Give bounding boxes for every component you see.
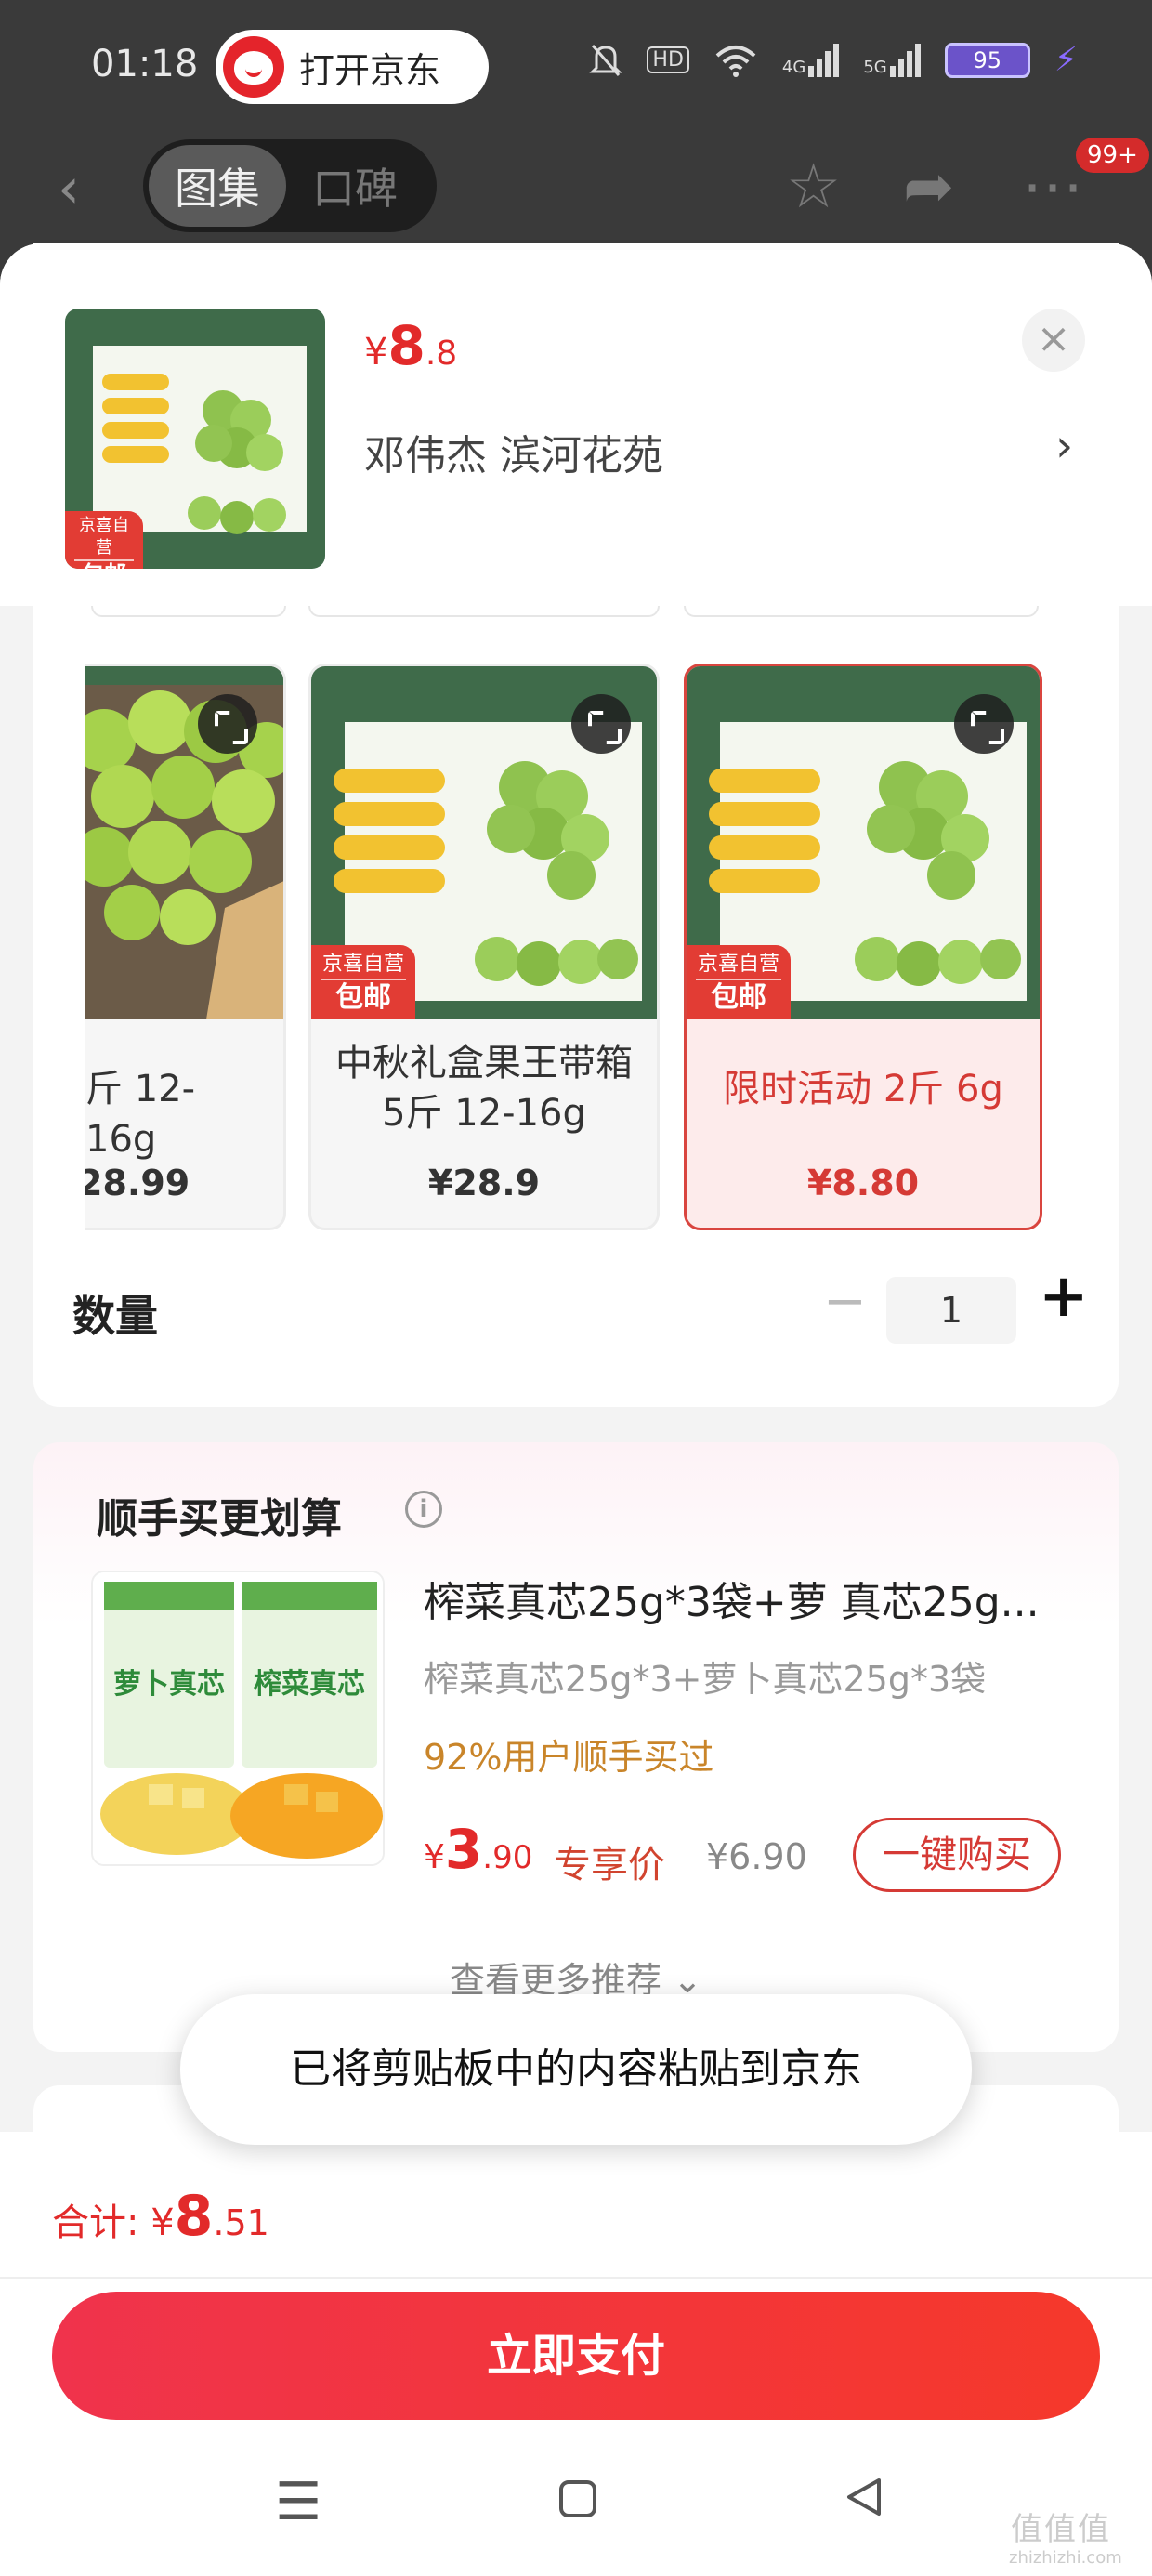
back-triangle-icon[interactable]	[842, 2472, 886, 2532]
sku-row-above-edge	[308, 606, 660, 617]
watermark-logo: 值值值	[1011, 2511, 1111, 2548]
tab-reviews[interactable]: 口碑	[286, 145, 424, 227]
one-click-buy-button[interactable]: 一键购买	[853, 1818, 1061, 1892]
signal-5g-icon: 5G	[863, 43, 921, 77]
home-icon[interactable]	[557, 2472, 598, 2532]
back-arrow-icon[interactable]: ‹	[58, 156, 80, 221]
pickle-package-image: 萝卜真芯 榨菜真芯	[93, 1572, 383, 1864]
expand-image-icon[interactable]	[198, 694, 257, 754]
delivery-address[interactable]: 邓伟杰 滨河花苑	[364, 422, 663, 481]
jd-self-run-tag: 京喜自营 包邮	[65, 511, 143, 569]
more-icon[interactable]: ⋯	[1022, 151, 1083, 222]
recommend-title: 顺手买更划算	[97, 1495, 342, 1543]
system-icons: HD 4G 5G 95 ⚡	[589, 41, 1078, 79]
sku-option-selected[interactable]: 京喜自营 包邮 限时活动 2斤 6g ¥8.80	[684, 664, 1042, 1230]
wifi-icon	[715, 45, 756, 77]
sku-name: 中秋礼盒果王带箱 5斤 12-16g	[335, 1042, 633, 1135]
back-icon	[847, 2478, 881, 2516]
svg-text:榨菜真芯: 榨菜真芯	[254, 1668, 365, 1701]
expand-image-icon[interactable]	[954, 694, 1014, 754]
mute-icon	[589, 44, 623, 76]
quantity-label: 数量	[72, 1291, 158, 1341]
pay-now-button[interactable]: 立即支付	[52, 2292, 1100, 2420]
info-icon[interactable]: i	[405, 1491, 442, 1528]
exclusive-price-label: 专享价	[554, 1844, 665, 1886]
footer-divider	[0, 2277, 1152, 2279]
quantity-minus-button[interactable]: −	[823, 1271, 867, 1332]
recommend-item-name[interactable]: 榨菜真芯25g*3袋+萝 真芯25g...	[424, 1569, 1065, 1628]
sku-name: 限时活动 2斤 6g	[723, 1068, 1003, 1111]
hd-icon: HD	[647, 46, 689, 73]
battery-icon: 95	[944, 42, 1030, 78]
status-bar: 01:18 打开京东 HD 4G 5G 95 ⚡	[0, 0, 1152, 139]
message-badge: 99+	[1076, 138, 1149, 173]
expand-image-icon[interactable]	[571, 694, 631, 754]
signal-4g-icon: 4G	[782, 43, 840, 77]
quantity-plus-button[interactable]: +	[1039, 1262, 1089, 1331]
status-time: 01:18	[91, 43, 199, 85]
sku-row-above-edge	[684, 606, 1039, 617]
jd-self-run-tag: 京喜自营 包邮	[311, 945, 415, 1019]
sku-price: ¥8.80	[806, 1163, 920, 1203]
clipboard-toast: 已将剪贴板中的内容粘贴到京东	[180, 1994, 972, 2145]
sku-price: 28.99	[85, 1163, 190, 1203]
tab-gallery[interactable]: 图集	[149, 145, 286, 227]
recommend-item-price: ¥3.90	[424, 1818, 533, 1881]
chevron-right-icon[interactable]: ›	[1055, 420, 1073, 472]
product-thumbnail[interactable]: 京喜自营 包邮	[65, 309, 325, 569]
home-square-icon	[559, 2480, 596, 2517]
watermark-url: zhizhizhi.com	[1009, 2548, 1122, 2568]
svg-text:萝卜真芯: 萝卜真芯	[113, 1668, 225, 1701]
original-price: ¥6.90	[706, 1836, 807, 1877]
jd-self-run-tag: 京喜自营 包邮	[687, 945, 791, 1019]
open-jd-app-button[interactable]: 打开京东	[216, 30, 489, 104]
gallery-reviews-switch: 图集 口碑	[143, 139, 437, 232]
sheet-header: 京喜自营 包邮 ¥8.8 邓伟杰 滨河花苑 › ×	[0, 243, 1152, 606]
jd-logo-icon	[223, 36, 284, 98]
total-price: 合计: ¥8.51	[52, 2184, 269, 2249]
open-jd-label: 打开京东	[299, 49, 441, 91]
recommend-item-rate: 92%用户顺手买过	[424, 1737, 714, 1778]
favorite-star-icon[interactable]: ☆	[786, 151, 841, 222]
share-icon[interactable]: ➦	[903, 151, 954, 222]
sku-row-above-edge	[91, 606, 286, 617]
sku-price: ¥28.9	[427, 1163, 541, 1203]
selected-price: ¥8.8	[364, 314, 458, 377]
sku-name: 斤 12-16g	[85, 1068, 196, 1161]
sku-option[interactable]: 京喜自营 包邮 中秋礼盒果王带箱 5斤 12-16g ¥28.9	[308, 664, 660, 1230]
recommend-item-image[interactable]: 萝卜真芯 榨菜真芯	[91, 1571, 385, 1866]
recommend-item-spec: 榨菜真芯25g*3+萝卜真芯25g*3袋	[424, 1659, 987, 1700]
sku-option[interactable]: 斤 12-16g 28.99	[85, 664, 286, 1230]
sku-image	[85, 666, 283, 1019]
charging-icon: ⚡	[1054, 41, 1078, 79]
close-button[interactable]: ×	[1022, 309, 1085, 372]
menu-icon[interactable]: ☰	[275, 2472, 321, 2532]
quantity-input[interactable]: 1	[886, 1277, 1016, 1344]
